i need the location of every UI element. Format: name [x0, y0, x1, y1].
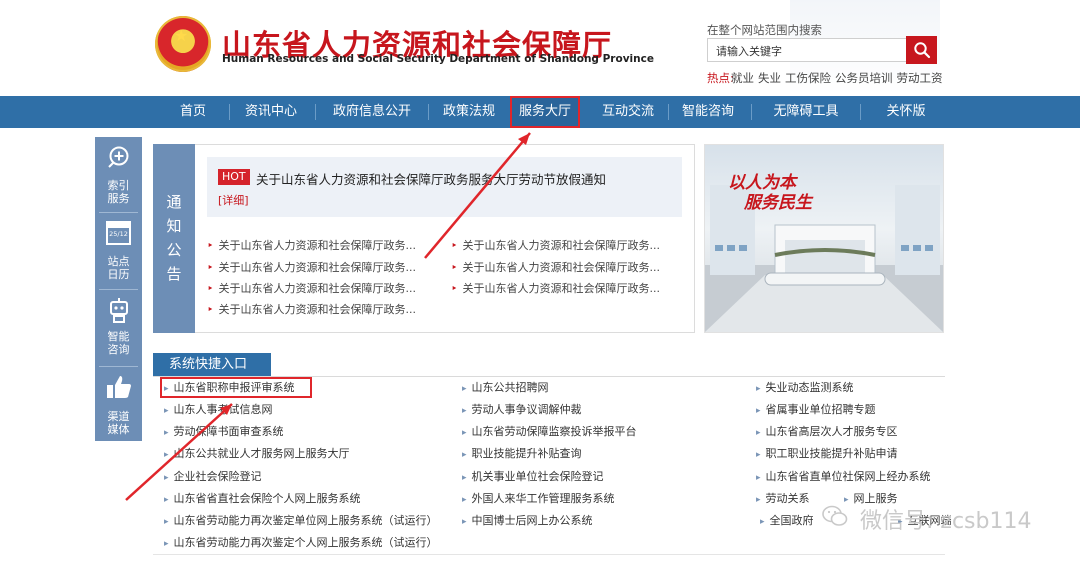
wechat-icon: [822, 505, 848, 526]
wechat-watermark: 微信号: zcsb114: [860, 509, 1032, 534]
annotation-arrows: [125, 132, 531, 501]
